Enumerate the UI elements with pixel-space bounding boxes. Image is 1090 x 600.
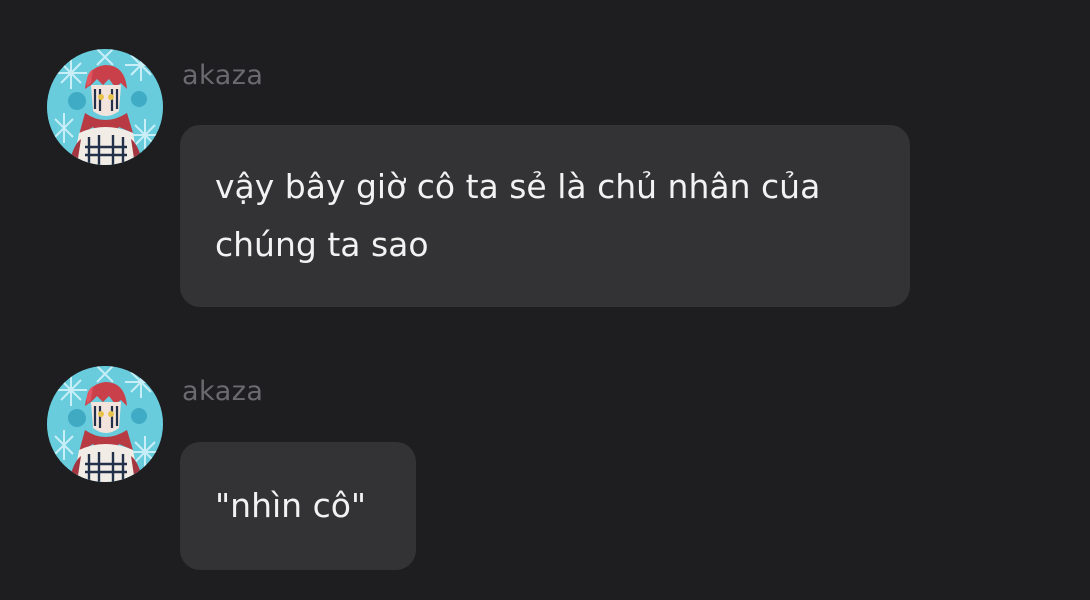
message-text-line: "nhìn cô" — [215, 486, 367, 525]
message-bubble[interactable]: vậy bây giờ cô ta sẻ là chủ nhân của chú… — [180, 125, 910, 307]
avatar-image — [47, 49, 163, 165]
message-bubble[interactable]: "nhìn cô" — [180, 442, 416, 570]
username-label: akaza — [182, 376, 264, 407]
message-text-line: chúng ta sao — [215, 225, 429, 264]
message-text-line: vậy bây giờ cô ta sẻ là chủ nhân của — [215, 167, 821, 206]
avatar-image — [47, 366, 163, 482]
user-avatar[interactable] — [47, 49, 163, 165]
user-avatar[interactable] — [47, 366, 163, 482]
username-label: akaza — [182, 60, 264, 91]
